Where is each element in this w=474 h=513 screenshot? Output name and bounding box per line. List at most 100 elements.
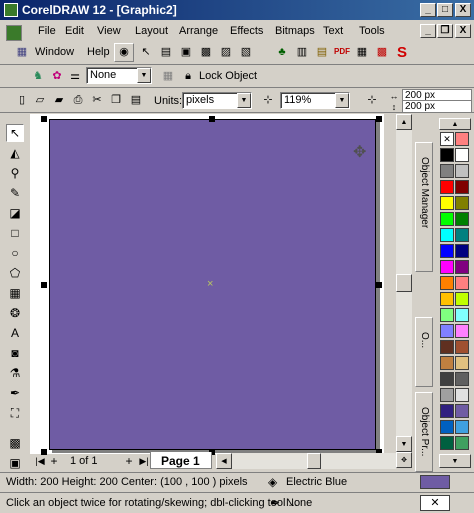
duplicate-distance-icon[interactable]: ⊹ [364, 92, 380, 108]
hints-icon[interactable]: ▨ [218, 44, 234, 60]
hscroll-thumb[interactable] [307, 453, 321, 469]
color-swatch[interactable] [455, 180, 469, 194]
selection-handle[interactable] [41, 116, 47, 122]
options-icon[interactable]: ▧ [238, 44, 254, 60]
color-swatch[interactable] [455, 228, 469, 242]
color-swatch[interactable] [440, 404, 454, 418]
color-styles-icon[interactable]: ✿ [49, 68, 65, 84]
color-swatch[interactable] [455, 164, 469, 178]
color-swatch[interactable] [440, 276, 454, 290]
color-swatch[interactable] [455, 356, 469, 370]
horizontal-scrollbar[interactable] [232, 453, 396, 469]
doc-close-button[interactable]: X [455, 24, 471, 38]
text-tool-icon[interactable]: A [6, 324, 24, 342]
freehand-tool-icon[interactable]: ✎ [6, 184, 24, 202]
outline-tool-icon[interactable]: ✒ [6, 384, 24, 402]
color-swatch[interactable] [440, 164, 454, 178]
menu-text[interactable]: Text [323, 25, 343, 37]
cut-icon[interactable]: ✂ [89, 92, 105, 108]
object-manager-tab[interactable]: Object Manager [415, 142, 433, 272]
lock-icon[interactable]: 🔒︎ [180, 68, 196, 84]
zoom-combo[interactable]: 119% ▼ [280, 92, 350, 109]
paste-icon[interactable]: ▤ [128, 92, 144, 108]
page-tab[interactable]: Page 1 [150, 452, 212, 469]
color-swatch[interactable] [455, 308, 469, 322]
color-swatch[interactable] [440, 372, 454, 386]
ellipse-tool-icon[interactable]: ○ [6, 244, 24, 262]
scroll-down-icon[interactable]: ▼ [396, 436, 412, 452]
scroll-thumb[interactable] [396, 274, 412, 292]
scroll-up-icon[interactable]: ▲ [396, 114, 412, 130]
color-swatch[interactable] [440, 148, 454, 162]
rectangle-tool-icon[interactable]: □ [6, 224, 24, 242]
no-color-swatch[interactable]: ✕ [440, 132, 454, 146]
graph-paper-tool-icon[interactable]: ▦ [6, 284, 24, 302]
pick-tool-icon[interactable]: ↖ [6, 124, 24, 142]
color-swatch[interactable] [455, 436, 469, 450]
color-swatch[interactable] [440, 420, 454, 434]
corel-online-icon[interactable]: ◉ [114, 43, 134, 62]
scroll-navigator-icon[interactable]: ✥ [396, 452, 412, 468]
grid-icon[interactable]: ▦ [160, 68, 176, 84]
menu-arrange[interactable]: Arrange [179, 25, 218, 37]
interactive-blend-tool-icon[interactable]: ◙ [6, 344, 24, 362]
units-combo[interactable]: pixels ▼ [182, 92, 252, 109]
color-swatch[interactable] [455, 148, 469, 162]
application-launcher-icon[interactable]: ▤ [158, 44, 174, 60]
save-icon[interactable]: ▰ [51, 92, 67, 108]
copy-icon[interactable]: ❐ [108, 92, 124, 108]
color-swatch[interactable] [455, 420, 469, 434]
object-properties-tab[interactable]: Object Pr... [415, 392, 433, 472]
color-swatch[interactable] [455, 196, 469, 210]
color-swatch[interactable] [440, 260, 454, 274]
basic-shapes-tool-icon[interactable]: ❂ [6, 304, 24, 322]
color-palette-icon[interactable]: ▩ [374, 44, 390, 60]
menu-effects[interactable]: Effects [230, 25, 263, 37]
eyedropper-tool-icon[interactable]: ⚗ [6, 364, 24, 382]
color-swatch[interactable] [455, 340, 469, 354]
corel-s-icon[interactable]: S [394, 44, 410, 60]
color-swatch[interactable] [440, 436, 454, 450]
color-swatch[interactable] [440, 196, 454, 210]
color-swatch[interactable] [455, 132, 469, 146]
color-swatch[interactable] [455, 260, 469, 274]
color-swatch[interactable] [440, 308, 454, 322]
mesh-fill-tool-icon[interactable]: ▣ [6, 454, 24, 472]
lock-object-label[interactable]: Lock Object [199, 70, 257, 82]
menu-view[interactable]: View [97, 25, 121, 37]
color-swatch[interactable] [440, 244, 454, 258]
color-swatch[interactable] [440, 324, 454, 338]
vertical-scrollbar[interactable]: ▲ ▼ ✥ [396, 114, 412, 468]
shape-tool-icon[interactable]: ◭ [6, 144, 24, 162]
smart-fill-tool-icon[interactable]: ◪ [6, 204, 24, 222]
add-page-before-icon[interactable]: + [46, 453, 62, 469]
interactive-fill-tool-icon[interactable]: ▩ [6, 434, 24, 452]
menu-help[interactable]: Help [87, 46, 110, 58]
polygon-tool-icon[interactable]: ⬠ [6, 264, 24, 282]
nudge-icon[interactable]: ⊹ [260, 92, 276, 108]
selection-handle[interactable] [376, 282, 382, 288]
sliders-icon[interactable]: ⚌ [67, 68, 83, 84]
color-swatch[interactable] [455, 372, 469, 386]
maximize-button[interactable]: □ [437, 3, 453, 17]
object-o-tab[interactable]: O... [415, 317, 433, 387]
menu-tools[interactable]: Tools [359, 25, 385, 37]
import-icon[interactable]: ▥ [294, 44, 310, 60]
color-swatch[interactable] [440, 388, 454, 402]
palette-scroll-up-icon[interactable]: ▲ [439, 118, 471, 130]
open-icon[interactable]: ▱ [32, 92, 48, 108]
color-swatch[interactable] [455, 324, 469, 338]
color-swatch[interactable] [440, 340, 454, 354]
doc-minimize-button[interactable]: _ [420, 24, 436, 38]
chevron-down-icon[interactable]: ▼ [137, 68, 151, 83]
pointer-icon[interactable]: ↖ [138, 44, 154, 60]
minimize-button[interactable]: _ [420, 3, 436, 17]
menu-bitmaps[interactable]: Bitmaps [275, 25, 315, 37]
color-swatch[interactable] [440, 292, 454, 306]
menu-layout[interactable]: Layout [135, 25, 168, 37]
fill-tool-icon[interactable]: ♞ [30, 68, 46, 84]
color-swatch[interactable] [440, 228, 454, 242]
color-swatch[interactable] [440, 356, 454, 370]
menu-edit[interactable]: Edit [65, 25, 84, 37]
doc-restore-button[interactable]: ❐ [437, 24, 453, 38]
